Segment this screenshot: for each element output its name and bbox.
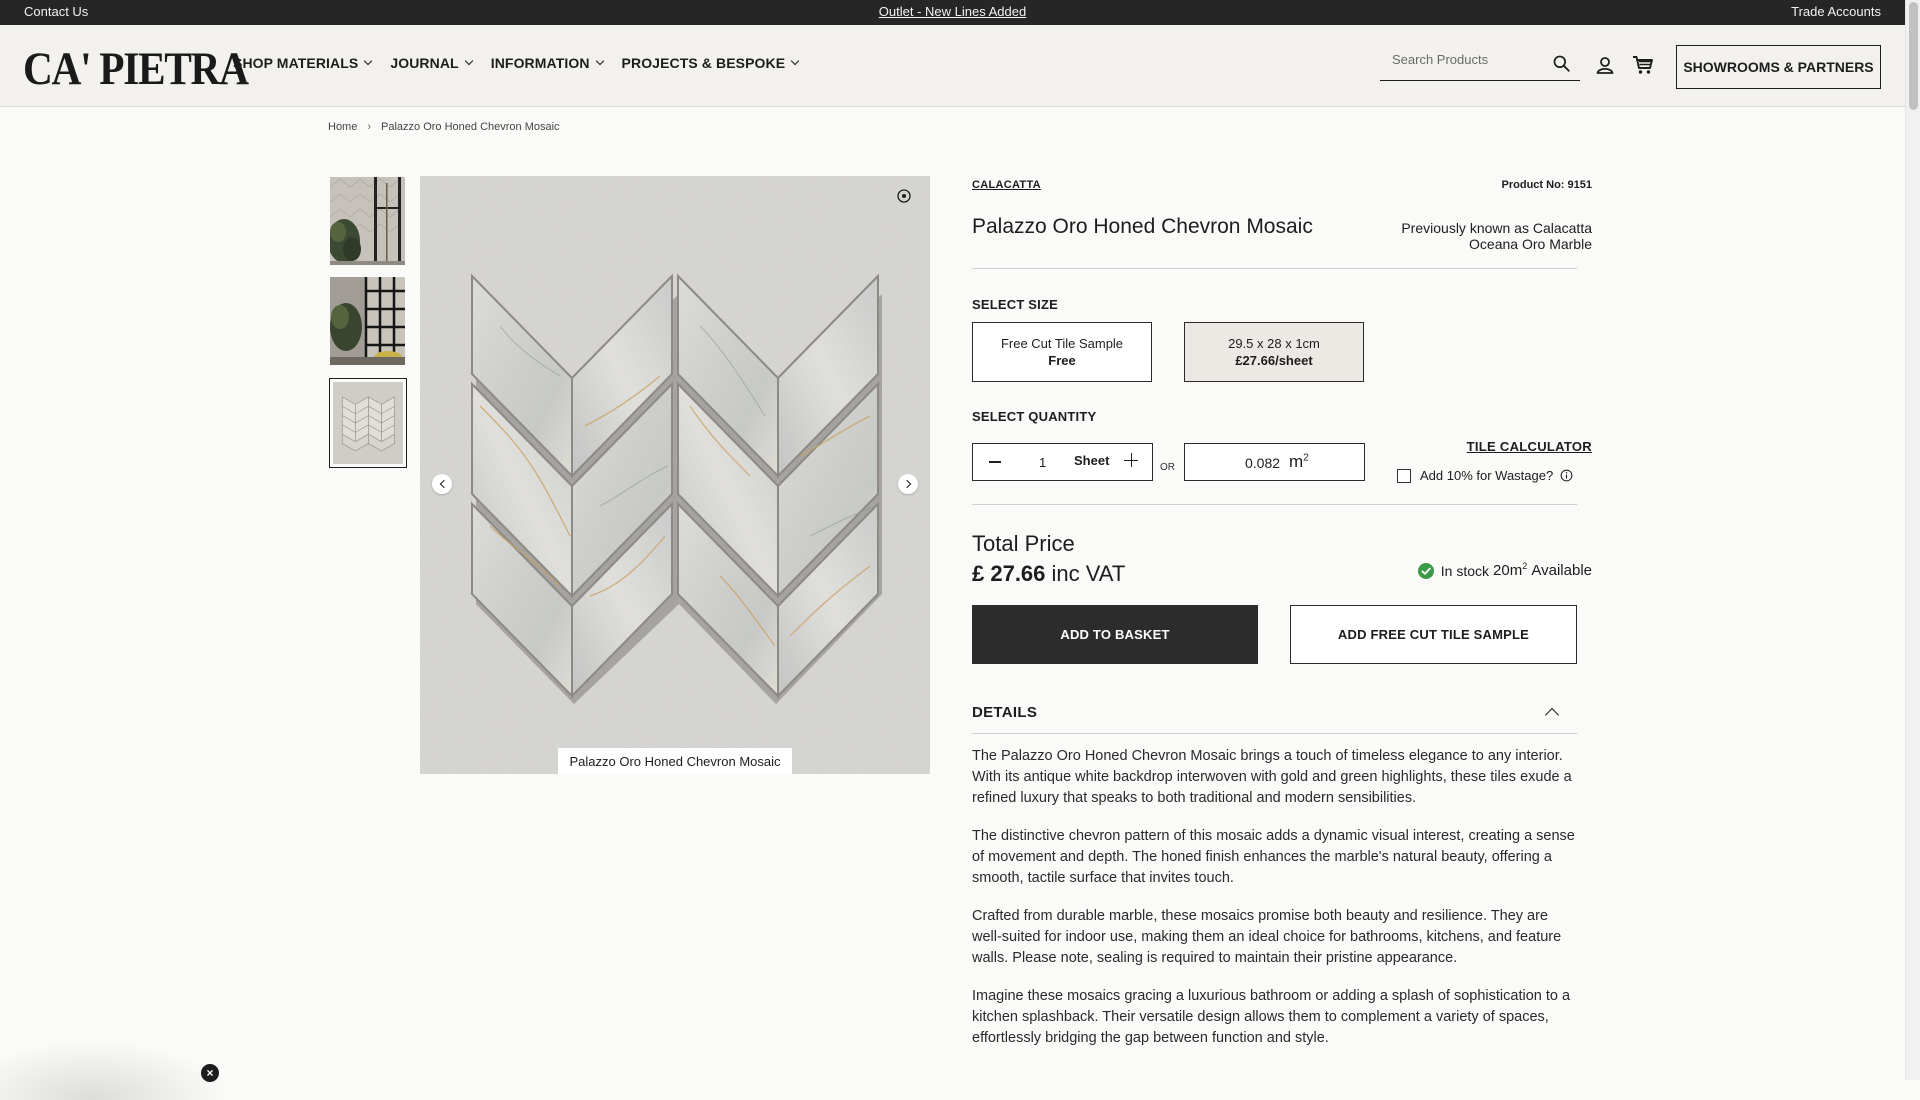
chevron-left-icon — [439, 479, 448, 489]
area-unit: m2 — [1289, 452, 1309, 472]
cart-icon[interactable] — [1632, 54, 1654, 76]
account-icon[interactable] — [1595, 55, 1615, 75]
area-input[interactable]: 0.082 m2 — [1184, 443, 1365, 481]
site-header: CA' PIETRA SHOP MATERIALS JOURNAL INFORM… — [0, 25, 1905, 107]
showrooms-partners-button[interactable]: SHOWROOMS & PARTNERS — [1676, 45, 1881, 89]
quantity-stepper: 1 Sheet — [972, 443, 1153, 481]
product-title: Palazzo Oro Honed Chevron Mosaic — [972, 215, 1313, 238]
nav-information[interactable]: INFORMATION — [490, 55, 604, 71]
breadcrumb-home[interactable]: Home — [328, 121, 357, 133]
description-paragraph: Crafted from durable marble, these mosai… — [972, 908, 1562, 966]
minus-icon[interactable] — [989, 461, 1001, 463]
product-description: The Palazzo Oro Honed Chevron Mosaic bri… — [972, 746, 1577, 1066]
image-caption: Palazzo Oro Honed Chevron Mosaic — [558, 748, 792, 774]
price-suffix: inc VAT — [1051, 561, 1126, 586]
brand-link[interactable]: CALACATTA — [972, 179, 1041, 191]
plus-icon[interactable] — [1124, 453, 1138, 467]
stock-status: In stock 20m2 Available — [1417, 561, 1592, 580]
scrollbar[interactable] — [1905, 0, 1920, 1080]
chevron-mosaic-image — [420, 176, 930, 774]
close-icon[interactable]: × — [201, 1064, 219, 1082]
stock-suffix: Available — [1531, 562, 1592, 579]
total-price-label: Total Price — [972, 531, 1075, 556]
select-size-label: SELECT SIZE — [972, 297, 1058, 312]
area-unit-base: m — [1289, 452, 1304, 471]
details-accordion-header[interactable]: DETAILS — [972, 704, 1577, 734]
wastage-option: Add 10% for Wastage? — [1397, 468, 1573, 483]
trade-accounts-link[interactable]: Trade Accounts — [1791, 4, 1881, 19]
chevron-down-icon — [364, 56, 373, 66]
divider — [972, 268, 1577, 269]
gallery-prev-button[interactable] — [432, 474, 452, 494]
area-value: 0.082 — [1245, 455, 1281, 471]
promo-link[interactable]: Outlet - New Lines Added — [879, 4, 1026, 19]
gallery-thumbnail-1[interactable] — [330, 177, 405, 265]
size-option-price: £27.66/sheet — [1235, 353, 1313, 368]
nav-label: INFORMATION — [490, 55, 590, 71]
divider — [972, 504, 1577, 505]
chat-widget-shadow — [0, 1040, 230, 1100]
quantity-unit: Sheet — [1074, 453, 1110, 468]
product-main-image[interactable]: Palazzo Oro Honed Chevron Mosaic — [420, 176, 930, 774]
total-price: £ 27.66 inc VAT — [972, 561, 1125, 587]
stock-amount-value: 20m — [1493, 562, 1523, 579]
size-option-price: Free — [1048, 353, 1076, 368]
size-option-name: Free Cut Tile Sample — [1000, 336, 1124, 351]
chevron-down-icon — [790, 56, 800, 66]
nav-label: JOURNAL — [390, 55, 459, 71]
announcement-bar: Contact Us Outlet - New Lines Added Trad… — [0, 0, 1905, 25]
chevron-up-icon — [1544, 707, 1560, 723]
add-free-sample-button[interactable]: ADD FREE CUT TILE SAMPLE — [1290, 605, 1577, 664]
product-number: Product No: 9151 — [1501, 179, 1592, 191]
promo-banner: Outlet - New Lines Added — [0, 4, 1905, 19]
description-paragraph: The Palazzo Oro Honed Chevron Mosaic bri… — [972, 748, 1572, 806]
size-option-sample[interactable]: Free Cut Tile Sample Free — [972, 322, 1152, 382]
chevron-down-icon — [464, 56, 473, 66]
gallery-thumbnail-3-selected[interactable] — [329, 378, 407, 468]
or-label: OR — [1160, 462, 1175, 473]
gallery-thumbnail-2[interactable] — [330, 277, 405, 365]
select-quantity-label: SELECT QUANTITY — [972, 409, 1097, 424]
size-option-sheet-selected[interactable]: 29.5 x 28 x 1cm £27.66/sheet — [1184, 322, 1364, 382]
search-icon[interactable] — [1553, 55, 1570, 72]
gallery-next-button[interactable] — [898, 474, 918, 494]
tile-calculator-link[interactable]: TILE CALCULATOR — [1467, 439, 1592, 454]
nav-journal[interactable]: JOURNAL — [390, 55, 473, 71]
details-label: DETAILS — [972, 704, 1038, 721]
info-icon[interactable] — [1560, 469, 1573, 482]
chevron-right-icon — [902, 479, 911, 489]
logo[interactable]: CA' PIETRA — [23, 42, 249, 96]
breadcrumb-separator-icon: › — [367, 121, 372, 133]
scrollbar-thumb[interactable] — [1909, 2, 1918, 110]
quantity-value[interactable]: 1 — [1039, 455, 1046, 470]
size-option-name: 29.5 x 28 x 1cm — [1228, 336, 1320, 351]
main-nav: SHOP MATERIALS JOURNAL INFORMATION PROJE… — [233, 55, 817, 71]
breadcrumb: Home › Palazzo Oro Honed Chevron Mosaic — [328, 121, 560, 133]
description-paragraph: The distinctive chevron pattern of this … — [972, 828, 1575, 886]
nav-label: PROJECTS & BESPOKE — [621, 55, 786, 71]
stock-amount-exponent: 2 — [1522, 561, 1528, 571]
description-paragraph: Imagine these mosaics gracing a luxuriou… — [972, 988, 1571, 1046]
search-input[interactable] — [1392, 52, 1542, 67]
stock-prefix: In stock — [1440, 562, 1490, 579]
check-circle-icon — [1417, 562, 1434, 579]
search-box — [1380, 47, 1580, 81]
breadcrumb-current: Palazzo Oro Honed Chevron Mosaic — [381, 121, 560, 133]
stock-amount: 20m2 Available — [1493, 561, 1592, 580]
area-unit-exponent: 2 — [1303, 452, 1309, 464]
nav-shop-materials[interactable]: SHOP MATERIALS — [233, 55, 373, 71]
previously-known-as: Previously known as Calacatta Oceana Oro… — [1401, 220, 1592, 252]
nav-projects-bespoke[interactable]: PROJECTS & BESPOKE — [621, 55, 800, 71]
price-amount: £ 27.66 — [972, 561, 1046, 586]
wastage-label: Add 10% for Wastage? — [1420, 468, 1554, 483]
chevron-down-icon — [595, 56, 604, 66]
add-to-basket-button[interactable]: ADD TO BASKET — [972, 605, 1258, 664]
zoom-icon[interactable] — [896, 188, 912, 204]
wastage-checkbox[interactable] — [1397, 468, 1411, 483]
nav-label: SHOP MATERIALS — [233, 55, 359, 71]
